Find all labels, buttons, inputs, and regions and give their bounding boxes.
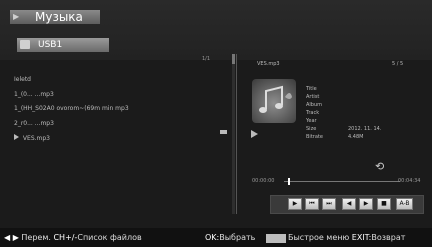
help-select-label: Выбрать	[219, 233, 256, 242]
repeat-icon[interactable]: ⟲	[375, 160, 384, 173]
music-icon: ▶	[13, 12, 20, 21]
music-notes-icon	[259, 85, 292, 113]
help-select: OK:Выбрать	[205, 233, 255, 243]
list-item-playing[interactable]: VES.mp3	[14, 132, 228, 145]
cover-arrow-icon	[251, 130, 258, 138]
meta-row: Bitrate 4.48M	[306, 133, 416, 141]
next-button[interactable]: ⏭	[322, 198, 336, 210]
folder-icon	[20, 40, 30, 49]
list-item-label: 1_(HH_S02A0 ovorom~(69m min mp3	[14, 105, 129, 112]
scrollbar-track[interactable]	[232, 54, 235, 214]
meta-key: Year	[306, 118, 317, 124]
album-art-icon	[252, 79, 296, 123]
help-menu-label: Быстрое меню	[288, 233, 350, 242]
meta-key: Size	[306, 126, 317, 132]
list-item-label: VES.mp3	[22, 135, 51, 142]
fast-forward-button[interactable]: ▶	[359, 198, 373, 210]
time-total: 00:04:34	[398, 178, 421, 184]
rewind-button[interactable]: ◀	[342, 198, 356, 210]
list-item[interactable]: Ieletd	[14, 73, 228, 86]
time-current: 00:00:00	[252, 178, 275, 184]
info-position: 5 / 5	[392, 61, 404, 67]
meta-row: Artist	[306, 93, 416, 101]
meta-row: Size 2012. 11. 14.	[306, 125, 416, 133]
meta-row: Album	[306, 101, 416, 109]
path-bar[interactable]	[17, 38, 109, 52]
menu-button-icon	[266, 234, 286, 243]
meta-value: 2012. 11. 14.	[348, 126, 382, 132]
meta-row: Title	[306, 85, 416, 93]
list-item[interactable]: 1_(HH_S02A0 ovorom~(69m min mp3	[14, 102, 228, 115]
meta-key: Artist	[306, 94, 320, 100]
metadata-panel: Title Artist Album Track Year Size 2012. …	[306, 85, 416, 141]
progress-track[interactable]	[284, 181, 400, 182]
meta-key: Bitrate	[306, 134, 323, 140]
play-button[interactable]: ▶	[288, 198, 302, 210]
help-exit-key: EXIT:	[351, 233, 372, 242]
ab-repeat-button[interactable]: A-B	[396, 198, 413, 210]
help-menu: Быстрое меню EXIT:Возврат	[288, 233, 405, 243]
playing-icon	[14, 134, 19, 140]
prev-button[interactable]: ⏮	[305, 198, 319, 210]
list-item[interactable]: 2_r0... ...mp3	[14, 117, 228, 130]
meta-key: Title	[306, 86, 317, 92]
panel-divider	[236, 54, 237, 214]
help-ch-key: CH+/-	[53, 233, 78, 242]
help-move: ◀ ▶ Перем. CH+/-Список файлов	[4, 233, 142, 243]
help-list-label: Список файлов	[77, 233, 142, 242]
meta-row: Year	[306, 117, 416, 125]
help-move-label: Перем.	[21, 233, 51, 242]
info-file-name: VES.mp3	[257, 61, 280, 67]
file-list[interactable]: Ieletd 1_(0... ...mp3 1_(HH_S02A0 ovorom…	[14, 56, 228, 216]
progress-thumb[interactable]	[288, 178, 290, 185]
stop-button[interactable]: ■	[377, 198, 391, 210]
meta-key: Album	[306, 102, 323, 108]
meta-row: Track	[306, 109, 416, 117]
list-item-label: 2_r0... ...mp3	[14, 120, 54, 127]
help-ok-key: OK:	[205, 233, 220, 242]
meta-key: Track	[306, 110, 320, 116]
scrollbar-thumb[interactable]	[232, 54, 235, 64]
list-item-label: 1_(0... ...mp3	[14, 91, 54, 98]
path-label: USB1	[38, 40, 63, 50]
help-exit-label: Возврат	[371, 233, 406, 242]
list-item[interactable]: 1_(0... ...mp3	[14, 88, 228, 101]
meta-value: 4.48M	[348, 134, 364, 140]
page-title: Музыка	[35, 10, 83, 24]
list-item-label: Ieletd	[14, 76, 31, 83]
arrows-icon: ◀ ▶	[4, 233, 19, 242]
